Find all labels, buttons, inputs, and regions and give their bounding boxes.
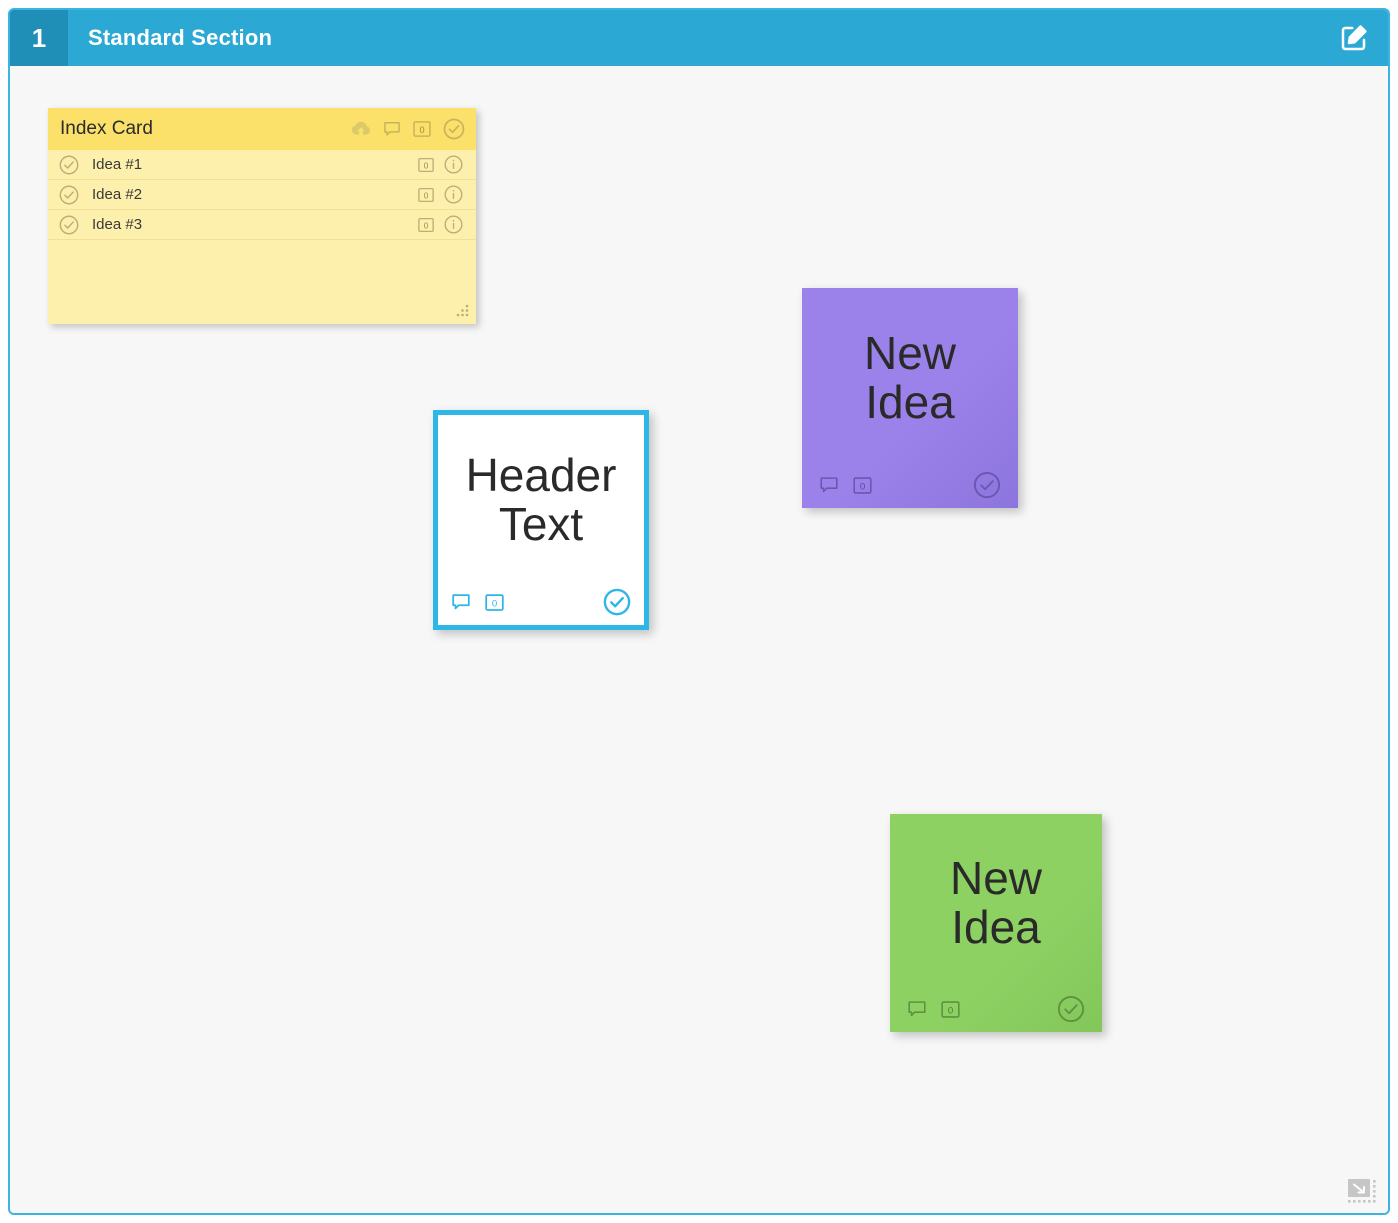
header-text-card[interactable]: Header Text 0 xyxy=(433,410,649,630)
index-card[interactable]: Index Card 0 Idea #1 0 Idea #2 0 Idea #3… xyxy=(48,108,476,324)
check-circle-icon[interactable] xyxy=(58,184,80,206)
attachment-count-value: 0 xyxy=(492,598,497,609)
check-circle-icon[interactable] xyxy=(58,154,80,176)
check-circle-icon[interactable] xyxy=(602,587,632,617)
index-card-row[interactable]: Idea #2 0 xyxy=(48,180,476,210)
header-text-card-footer: 0 xyxy=(438,579,644,625)
index-card-row-icons: 0 xyxy=(417,184,464,205)
attachment-count-icon[interactable]: 0 xyxy=(417,186,435,204)
index-card-row[interactable]: Idea #1 0 xyxy=(48,150,476,180)
sticky-note-purple[interactable]: New Idea 0 xyxy=(802,288,1018,508)
section-frame: 1 Standard Section Index Card 0 Idea #1 … xyxy=(8,8,1390,1215)
cloud-download-icon[interactable] xyxy=(350,118,372,140)
attachment-count-icon[interactable]: 0 xyxy=(484,592,505,613)
comment-icon[interactable] xyxy=(382,119,402,139)
index-card-row-icons: 0 xyxy=(417,214,464,235)
check-circle-icon[interactable] xyxy=(58,214,80,236)
header-text-card-footer-left: 0 xyxy=(450,591,602,613)
index-card-row-label: Idea #2 xyxy=(92,186,143,203)
section-edit-button[interactable] xyxy=(1328,10,1380,66)
index-card-row-label: Idea #1 xyxy=(92,156,143,173)
index-card-header: Index Card 0 xyxy=(48,108,476,150)
attachment-count-icon[interactable]: 0 xyxy=(412,119,432,139)
attachment-count-value: 0 xyxy=(948,1005,953,1016)
index-card-header-icons: 0 xyxy=(350,117,466,141)
info-icon[interactable] xyxy=(443,154,464,175)
attachment-count-value: 0 xyxy=(424,191,429,200)
attachment-count-icon[interactable]: 0 xyxy=(940,999,961,1020)
index-card-rows: Idea #1 0 Idea #2 0 Idea #3 0 xyxy=(48,150,476,240)
info-icon[interactable] xyxy=(443,184,464,205)
attachment-count-icon[interactable]: 0 xyxy=(852,475,873,496)
info-icon[interactable] xyxy=(443,214,464,235)
comment-icon[interactable] xyxy=(906,998,928,1020)
sticky-note-green[interactable]: New Idea 0 xyxy=(890,814,1102,1032)
header-text-card-text: Header Text xyxy=(465,449,617,550)
attachment-count-value: 0 xyxy=(424,161,429,170)
attachment-count-value: 0 xyxy=(860,481,865,492)
index-card-row-label: Idea #3 xyxy=(92,216,143,233)
section-header: 1 Standard Section xyxy=(10,10,1388,66)
index-card-title: Index Card xyxy=(60,118,153,139)
canvas-resize-handle-icon[interactable] xyxy=(1348,1179,1382,1207)
index-card-row[interactable]: Idea #3 0 xyxy=(48,210,476,240)
attachment-count-icon[interactable]: 0 xyxy=(417,156,435,174)
attachment-count-value: 0 xyxy=(419,125,424,135)
sticky-note-text: New Idea xyxy=(949,852,1043,953)
section-canvas-app: 1 Standard Section Index Card 0 Idea #1 … xyxy=(0,0,1398,1223)
sticky-note-footer: 0 xyxy=(802,462,1018,508)
sticky-note-body: New Idea xyxy=(802,288,1018,462)
header-text-card-body: Header Text xyxy=(438,415,644,579)
resize-grip-icon[interactable] xyxy=(454,302,470,318)
sticky-note-text: New Idea xyxy=(863,327,957,428)
attachment-count-icon[interactable]: 0 xyxy=(417,216,435,234)
sticky-note-footer: 0 xyxy=(890,986,1102,1032)
check-circle-icon[interactable] xyxy=(1056,994,1086,1024)
edit-square-pencil-icon xyxy=(1339,23,1369,53)
section-title: Standard Section xyxy=(88,25,273,50)
sticky-note-footer-left: 0 xyxy=(818,474,972,496)
section-canvas[interactable]: Index Card 0 Idea #1 0 Idea #2 0 Idea #3… xyxy=(10,66,1388,1213)
check-circle-icon[interactable] xyxy=(442,117,466,141)
check-circle-icon[interactable] xyxy=(972,470,1002,500)
index-card-row-icons: 0 xyxy=(417,154,464,175)
comment-icon[interactable] xyxy=(450,591,472,613)
section-number-badge: 1 xyxy=(10,10,68,66)
sticky-note-body: New Idea xyxy=(890,814,1102,986)
attachment-count-value: 0 xyxy=(424,221,429,230)
sticky-note-footer-left: 0 xyxy=(906,998,1056,1020)
comment-icon[interactable] xyxy=(818,474,840,496)
